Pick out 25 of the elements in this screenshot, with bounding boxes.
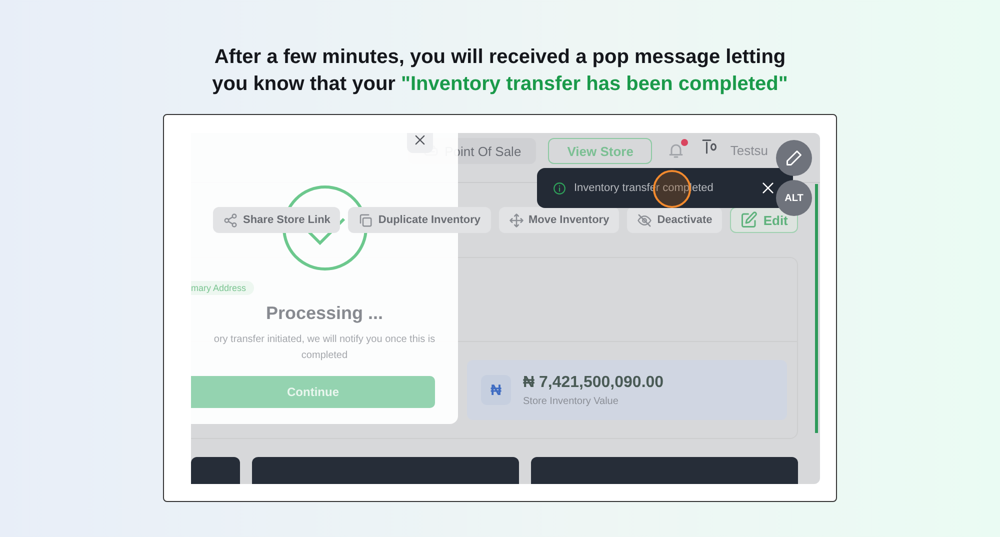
close-button[interactable] — [407, 133, 433, 153]
user-name: Testsu — [730, 142, 768, 160]
deactivate-button[interactable]: Deactivate — [627, 207, 722, 233]
share-store-link-button[interactable]: Share Store Link — [213, 207, 340, 233]
inventory-value: ₦ 7,421,500,090.00 — [523, 374, 664, 392]
close-icon — [760, 180, 776, 196]
edit-button[interactable] — [776, 140, 812, 176]
bell-icon[interactable] — [667, 142, 686, 160]
eye-off-icon — [637, 212, 652, 228]
inventory-value-label: Store Inventory Value — [523, 396, 620, 406]
move-inventory-button[interactable]: Move Inventory — [498, 207, 620, 233]
duplicate-inventory-button[interactable]: Duplicate Inventory — [348, 207, 490, 233]
dialog-message: ory transfer initiated, we will notify you once this is completed — [212, 333, 436, 363]
instruction-heading: After a few minutes, you will received a pop message letting you know that your "Inventory transfer has been completed" — [211, 45, 789, 97]
move-arrows-icon — [508, 212, 524, 228]
info-icon — [553, 182, 566, 194]
text-format-icon[interactable] — [700, 138, 718, 156]
close-icon — [413, 133, 427, 147]
copy-icon — [358, 212, 374, 228]
pencil-icon — [785, 149, 803, 167]
currency-badge: ₦ — [481, 375, 511, 405]
address-tag: mary Address — [191, 281, 254, 295]
share-icon — [223, 212, 238, 228]
edit-icon — [740, 211, 758, 229]
dialog-title: Processing ... — [266, 303, 384, 324]
